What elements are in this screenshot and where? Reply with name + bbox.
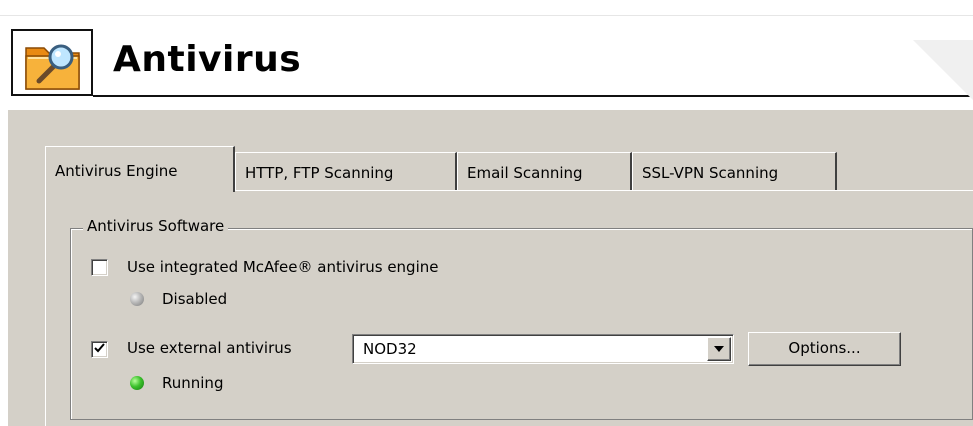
tab-label: HTTP, FTP Scanning	[245, 164, 394, 182]
folder-search-icon	[25, 44, 80, 90]
integrated-status-text: Disabled	[162, 290, 228, 308]
integrated-engine-checkbox[interactable]	[91, 259, 108, 276]
tab-label: Antivirus Engine	[55, 162, 178, 180]
status-running-icon	[130, 376, 144, 390]
tab-email-scanning[interactable]: Email Scanning	[457, 152, 632, 190]
options-button[interactable]: Options...	[748, 332, 901, 366]
chevron-down-icon	[714, 346, 724, 352]
antivirus-select-value: NOD32	[363, 340, 417, 358]
status-disabled-icon	[130, 292, 144, 306]
external-antivirus-label: Use external antivirus	[127, 339, 292, 357]
tab-ssl-vpn-scanning[interactable]: SSL-VPN Scanning	[632, 152, 837, 190]
tab-label: Email Scanning	[467, 164, 583, 182]
external-antivirus-checkbox[interactable]	[91, 341, 108, 358]
tab-antivirus-engine[interactable]: Antivirus Engine	[45, 146, 235, 192]
dropdown-button[interactable]	[707, 337, 731, 361]
watermark-shape	[913, 40, 973, 100]
checkmark-icon	[94, 343, 105, 353]
page-title: Antivirus	[113, 39, 302, 80]
header-divider	[0, 15, 973, 16]
page-header: Antivirus	[0, 0, 973, 110]
antivirus-select[interactable]: NOD32	[352, 334, 734, 364]
integrated-engine-label: Use integrated McAfee® antivirus engine	[127, 258, 439, 276]
tab-http-ftp-scanning[interactable]: HTTP, FTP Scanning	[235, 152, 457, 190]
tab-label: SSL-VPN Scanning	[642, 164, 779, 182]
group-title: Antivirus Software	[83, 217, 229, 235]
header-icon-frame	[11, 29, 93, 96]
header-underline	[93, 95, 973, 97]
external-status-text: Running	[162, 374, 224, 392]
